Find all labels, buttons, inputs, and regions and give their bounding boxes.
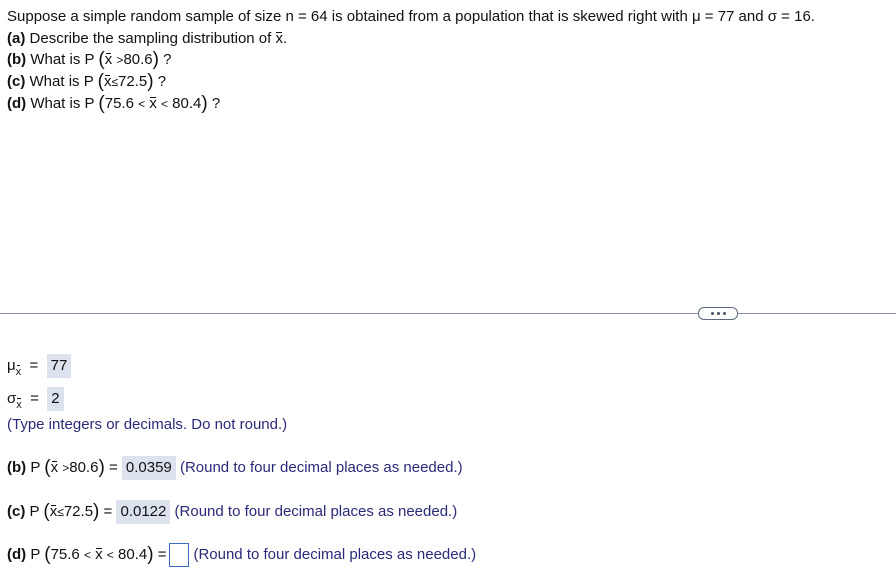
- part-end: .: [282, 30, 288, 47]
- part-text: What is P: [29, 73, 94, 90]
- question-part-b: (b) What is P (x >80.6) ?: [7, 49, 172, 70]
- value: 80.6: [69, 459, 99, 476]
- relation: <: [83, 547, 91, 562]
- question-part-d: (d) What is P (75.6 < x < 80.4) ?: [7, 93, 221, 114]
- part-text: Describe the sampling distribution of: [29, 30, 272, 47]
- part-text: What is P: [30, 95, 95, 112]
- relation: <: [138, 97, 146, 111]
- sd-label: σx: [7, 390, 22, 411]
- part-label: (a): [7, 30, 26, 47]
- sigma-symbol: σ: [7, 390, 17, 407]
- ellipsis-icon: [710, 312, 714, 315]
- x-bar-symbol: x: [50, 459, 59, 476]
- p-label: P: [30, 459, 41, 476]
- x-bar-symbol: x: [275, 30, 283, 47]
- ellipsis-dot: [722, 312, 726, 315]
- section-divider: [0, 313, 896, 314]
- part-label: (c): [7, 73, 26, 90]
- part-end: ?: [157, 73, 167, 90]
- x-bar-symbol: x: [104, 51, 113, 68]
- mean-label: μx: [7, 357, 21, 378]
- mu-symbol: μ: [7, 357, 16, 374]
- p-label: P: [30, 545, 41, 563]
- question-intro: Suppose a simple random sample of size n…: [7, 8, 815, 25]
- part-end: ?: [163, 51, 172, 68]
- high-value: 80.4: [172, 95, 202, 112]
- sd-answer-row: σx = 2: [7, 387, 64, 411]
- answer-field-b[interactable]: 0.0359: [121, 456, 176, 480]
- equals: =: [29, 357, 39, 374]
- relation-2: <: [106, 547, 114, 562]
- answer-row-d: (d) P (75.6 < x < 80.4) = (Round to four …: [7, 543, 476, 567]
- type-hint: (Type integers or decimals. Do not round…: [7, 416, 288, 433]
- low-value: 75.6: [104, 95, 134, 112]
- part-text: What is P: [30, 51, 95, 68]
- value: 72.5: [63, 503, 94, 520]
- equals: =: [30, 390, 39, 407]
- part-label: (c): [7, 503, 26, 520]
- x-bar-symbol: x: [49, 503, 58, 520]
- part-label: (d): [7, 545, 27, 563]
- part-label: (b): [7, 51, 27, 68]
- value: 72.5: [118, 73, 148, 90]
- p-label: P: [29, 503, 40, 520]
- answer-field-d[interactable]: [169, 543, 190, 567]
- mean-answer-field[interactable]: 77: [46, 354, 72, 378]
- relation-2: <: [160, 97, 168, 111]
- x-bar-subscript: x: [16, 363, 21, 381]
- part-label: (b): [7, 459, 27, 476]
- x-bar-symbol: x: [149, 95, 157, 112]
- x-bar-symbol: x: [95, 545, 103, 563]
- answer-row-c: (c) P (x≤72.5) = 0.0122 (Round to four d…: [7, 500, 458, 524]
- round-hint: (Round to four decimal places as needed.…: [193, 545, 477, 563]
- value: 80.6: [123, 51, 153, 68]
- part-label: (d): [7, 95, 27, 112]
- high-value: 80.4: [117, 545, 148, 563]
- x-bar-symbol: x: [103, 73, 112, 90]
- answer-row-b: (b) P (x >80.6) = 0.0359 (Round to four …: [7, 456, 463, 480]
- round-hint: (Round to four decimal places as needed.…: [179, 459, 463, 476]
- mean-answer-row: μx = 77: [7, 354, 72, 378]
- equals: =: [108, 459, 118, 476]
- answer-field-c[interactable]: 0.0122: [116, 500, 171, 524]
- x-bar-subscript: x: [16, 396, 22, 414]
- part-end: ?: [211, 95, 221, 112]
- expand-more-button[interactable]: [698, 307, 738, 320]
- question-part-a: (a) Describe the sampling distribution o…: [7, 30, 287, 48]
- ellipsis-dot: [716, 312, 720, 315]
- low-value: 75.6: [50, 545, 80, 563]
- sd-answer-field[interactable]: 2: [47, 387, 64, 411]
- question-part-c: (c) What is P (x≤72.5) ?: [7, 71, 167, 92]
- relation: ≤: [57, 505, 64, 519]
- equals: =: [103, 503, 113, 520]
- equals: =: [157, 545, 167, 563]
- round-hint: (Round to four decimal places as needed.…: [174, 503, 458, 520]
